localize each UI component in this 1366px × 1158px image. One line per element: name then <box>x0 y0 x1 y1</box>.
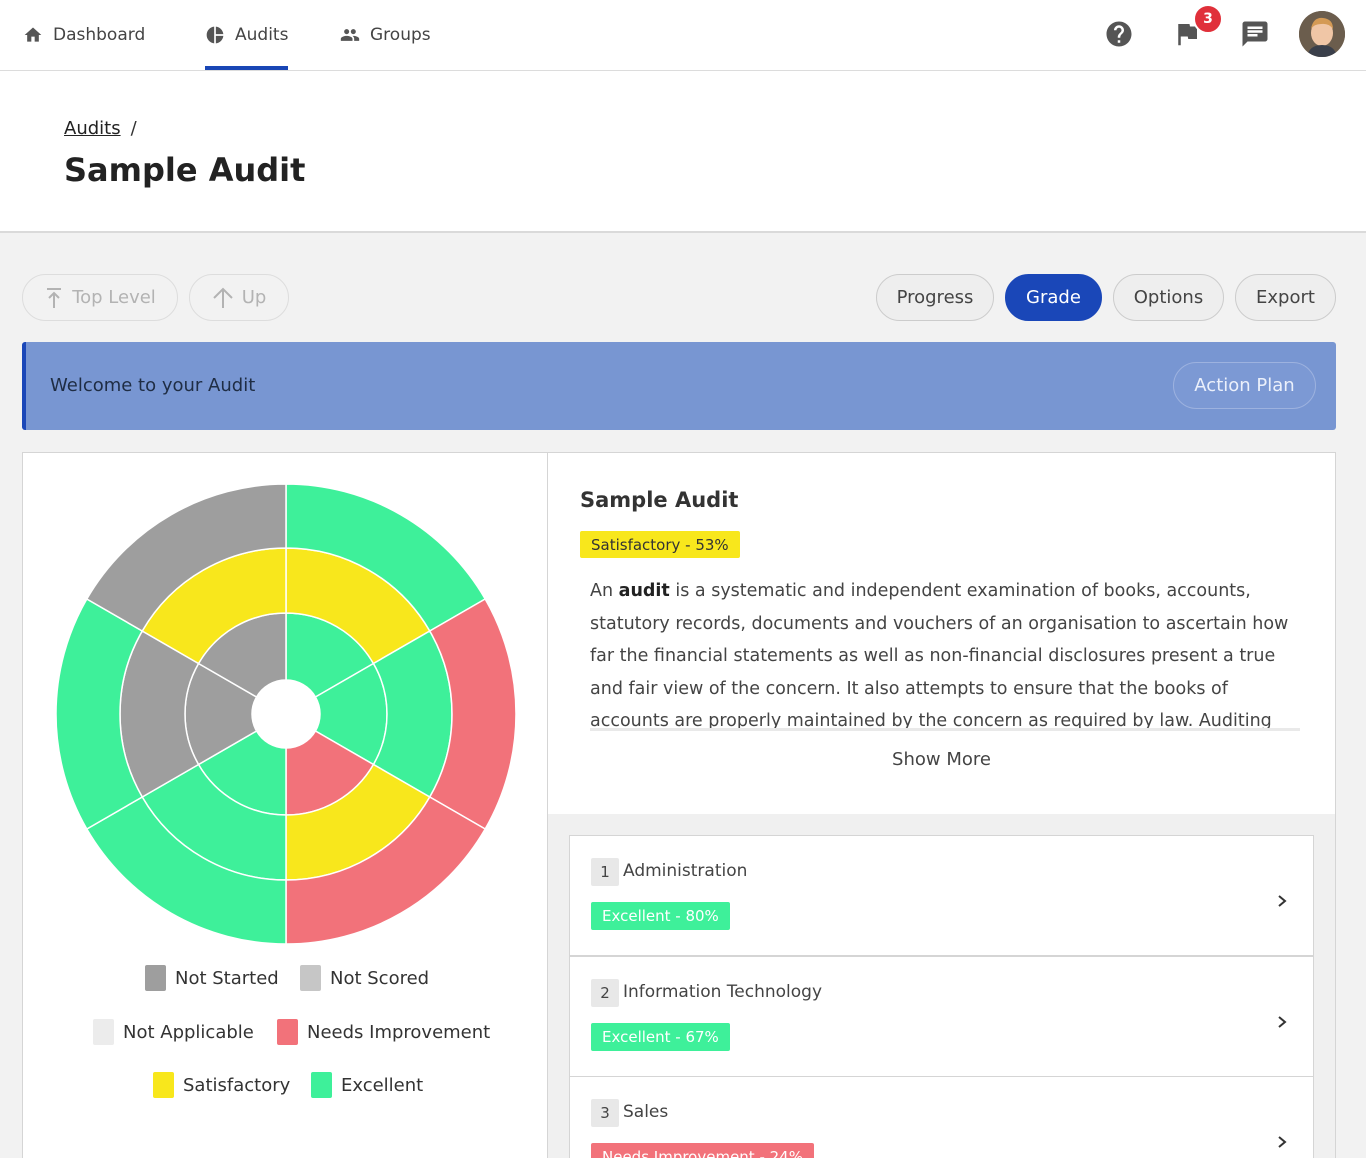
section-card-sales[interactable]: 3 Sales Needs Improvement - 24% <box>569 1076 1314 1158</box>
avatar[interactable] <box>1299 11 1345 57</box>
legend-label: Excellent <box>341 1074 424 1096</box>
audit-title: Sample Audit <box>580 488 739 512</box>
legend-swatch <box>93 1019 114 1045</box>
nav-audits[interactable]: Audits <box>205 0 289 70</box>
section-number: 1 <box>591 858 619 886</box>
groups-icon <box>340 29 360 41</box>
audit-summary-panel: Sample Audit Satisfactory - 53% An audit… <box>547 452 1336 815</box>
legend-label: Not Started <box>175 967 279 989</box>
action-plan-button[interactable]: Action Plan <box>1173 362 1316 409</box>
progress-button[interactable]: Progress <box>876 274 994 321</box>
breadcrumb: Audits / <box>64 118 137 139</box>
legend-excellent: Excellent <box>311 1072 423 1098</box>
section-name: Sales <box>623 1102 669 1122</box>
nav-audits-label: Audits <box>235 25 289 45</box>
legend-label: Not Applicable <box>123 1021 254 1043</box>
top-nav: Dashboard Audits Groups 3 <box>0 0 1366 71</box>
export-button[interactable]: Export <box>1235 274 1336 321</box>
nav-dashboard-label: Dashboard <box>53 25 146 45</box>
welcome-banner: Welcome to your Audit Action Plan <box>22 342 1336 430</box>
top-level-button[interactable]: Top Level <box>22 274 178 321</box>
chat-icon <box>1242 21 1268 47</box>
nav-dashboard[interactable]: Dashboard <box>23 0 145 70</box>
section-list: 1 Administration Excellent - 80% 2 Infor… <box>547 814 1336 1158</box>
legend-not-scored: Not Scored <box>300 965 429 991</box>
breadcrumb-separator: / <box>130 118 137 139</box>
page-header: Audits / Sample Audit <box>0 71 1366 233</box>
section-name: Information Technology <box>623 982 823 1002</box>
grade-button[interactable]: Grade <box>1005 274 1102 321</box>
show-more-button[interactable]: Show More <box>548 749 1335 770</box>
help-button[interactable] <box>1099 14 1139 54</box>
section-name: Administration <box>623 861 748 881</box>
chat-button[interactable] <box>1235 14 1275 54</box>
arrow-up-icon <box>212 287 233 308</box>
top-level-label: Top Level <box>72 287 156 308</box>
legend-not-applicable: Not Applicable <box>93 1019 254 1045</box>
legend-swatch <box>311 1072 332 1098</box>
section-card-administration[interactable]: 1 Administration Excellent - 80% <box>569 835 1314 956</box>
page-title: Sample Audit <box>64 151 306 189</box>
options-button[interactable]: Options <box>1113 274 1224 321</box>
home-icon <box>24 27 42 42</box>
nav-groups-label: Groups <box>370 25 431 45</box>
section-grade-badge: Needs Improvement - 24% <box>591 1143 814 1158</box>
legend-swatch <box>153 1072 174 1098</box>
legend-swatch <box>300 965 321 991</box>
notification-badge: 3 <box>1193 4 1223 34</box>
audit-description: An audit is a systematic and independent… <box>590 575 1300 731</box>
chart-panel: Not Started Not Scored Not Applicable Ne… <box>22 452 548 1158</box>
section-number: 3 <box>591 1099 619 1127</box>
legend-swatch <box>145 965 166 991</box>
legend-label: Satisfactory <box>183 1074 291 1096</box>
audit-grade-badge: Satisfactory - 53% <box>580 531 740 558</box>
legend-label: Not Scored <box>330 967 430 989</box>
section-grade-badge: Excellent - 80% <box>591 902 730 930</box>
legend-not-started: Not Started <box>145 965 279 991</box>
desc-before: An <box>590 581 619 601</box>
pie-chart-icon <box>206 26 224 44</box>
section-grade-badge: Excellent - 67% <box>591 1023 730 1051</box>
welcome-text: Welcome to your Audit <box>50 375 256 396</box>
legend-satisfactory: Satisfactory <box>153 1072 290 1098</box>
legend-needs-improvement: Needs Improvement <box>277 1019 490 1045</box>
help-icon <box>1106 21 1132 47</box>
avatar-image <box>1299 11 1345 57</box>
arrow-to-top-icon <box>47 287 62 308</box>
chevron-right-icon <box>1278 1016 1287 1028</box>
section-card-information-technology[interactable]: 2 Information Technology Excellent - 67% <box>569 956 1314 1077</box>
breadcrumb-audits-link[interactable]: Audits <box>64 118 121 139</box>
sunburst-center <box>252 680 320 748</box>
sunburst-chart <box>56 484 516 944</box>
chevron-right-icon <box>1278 1136 1287 1148</box>
legend-label: Needs Improvement <box>307 1021 491 1043</box>
nav-groups[interactable]: Groups <box>340 0 431 70</box>
desc-bold: audit <box>618 581 670 601</box>
desc-after: is a systematic and independent examinat… <box>590 581 1289 731</box>
legend-swatch <box>277 1019 298 1045</box>
up-button[interactable]: Up <box>189 274 289 321</box>
chevron-right-icon <box>1278 895 1287 907</box>
section-number: 2 <box>591 979 619 1007</box>
up-label: Up <box>241 287 267 308</box>
